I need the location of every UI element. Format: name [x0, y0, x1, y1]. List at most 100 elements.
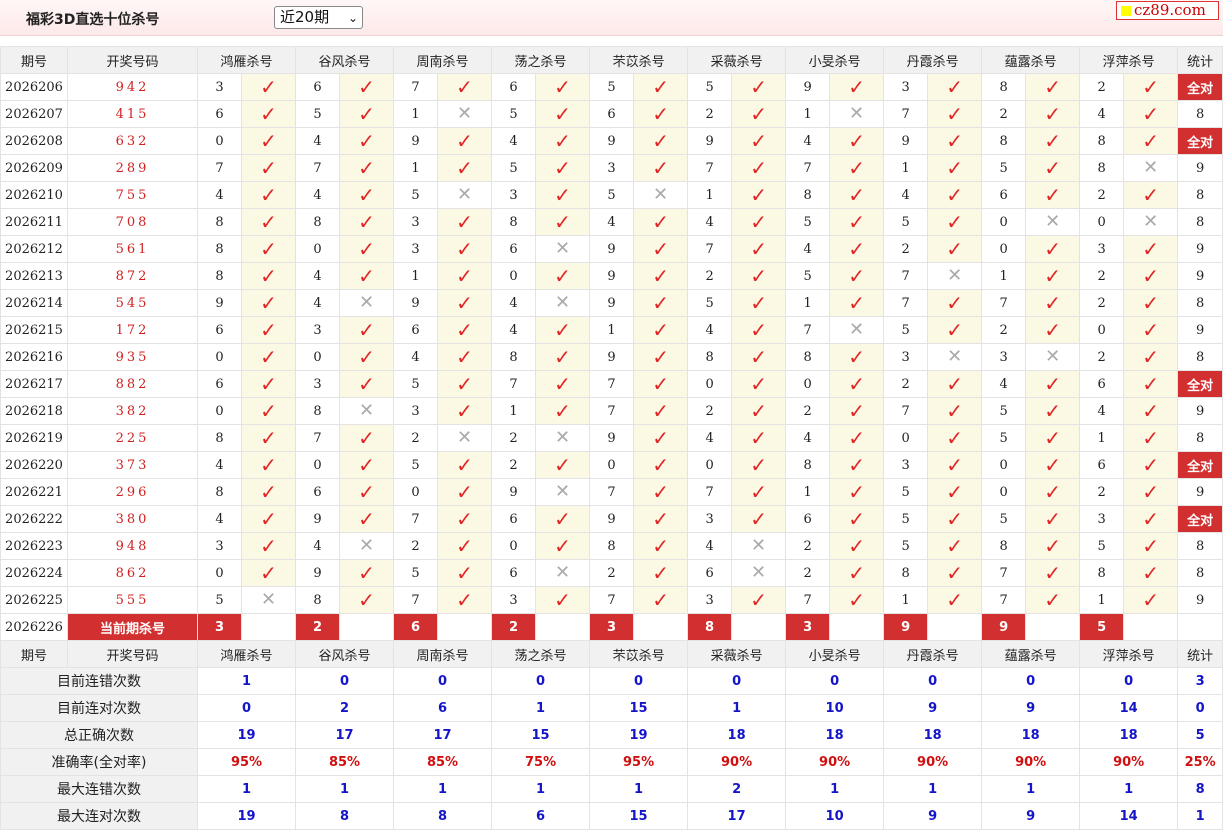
kill-number-cell: 0	[589, 451, 635, 479]
draw-number-cell: 545	[67, 289, 198, 317]
current-kill-blank	[1123, 613, 1179, 641]
kill-number-cell: 8	[785, 451, 831, 479]
summary-value: 17	[393, 721, 493, 749]
correct-cell: ✓	[829, 154, 885, 182]
col-header-expert: 蕴露杀号	[981, 640, 1081, 668]
correct-cell: ✓	[240, 559, 297, 587]
correct-cell: ✓	[829, 181, 885, 209]
check-icon: ✓	[358, 236, 375, 261]
correct-cell: ✓	[1123, 262, 1179, 290]
table-row: 2026222 380 4 ✓ 9 ✓ 7 ✓ 6 ✓ 9 ✓ 3 ✓ 6 ✓ 5 ✓ 5 ✓ 3 ✓ 全对	[0, 505, 1223, 533]
kill-number-cell: 9	[883, 127, 929, 155]
correct-cell: ✓	[535, 73, 591, 101]
kill-number-cell: 8	[197, 478, 242, 506]
correct-cell: ✓	[1025, 370, 1081, 398]
check-icon: ✓	[848, 560, 865, 585]
correct-cell: ✓	[1123, 397, 1179, 425]
check-icon: ✓	[848, 209, 865, 234]
row-stat-cell: 8	[1177, 181, 1223, 209]
correct-cell: ✓	[535, 181, 591, 209]
check-icon: ✓	[848, 533, 865, 558]
correct-cell: ✓	[633, 586, 689, 614]
correct-cell: ✓	[1123, 559, 1179, 587]
row-stat-cell: 9	[1177, 478, 1223, 506]
correct-cell: ✓	[339, 73, 395, 101]
correct-cell: ✓	[829, 424, 885, 452]
kill-number-cell: 6	[197, 370, 242, 398]
kill-number-cell: 0	[1079, 208, 1125, 236]
current-period-row: 2026226 当前期杀号 3 2 6 2 3 8 3 9 9 5	[0, 613, 1223, 641]
summary-value: 1	[295, 775, 395, 803]
summary-row: 最大连错次数 1 1 1 1 1 2 1 1 1 1 8	[0, 775, 1223, 803]
check-icon: ✓	[848, 182, 865, 207]
kill-number-cell: 5	[883, 505, 929, 533]
check-icon: ✓	[848, 479, 865, 504]
kill-number-cell: 7	[981, 586, 1027, 614]
check-icon: ✓	[260, 74, 277, 99]
kill-number-cell: 5	[981, 397, 1027, 425]
kill-number-cell: 3	[883, 73, 929, 101]
kill-number-cell: 8	[197, 235, 242, 263]
kill-number-cell: 0	[785, 370, 831, 398]
draw-number-cell: 555	[67, 586, 198, 614]
kill-number-cell: 0	[295, 235, 341, 263]
correct-cell: ✓	[927, 451, 983, 479]
check-icon: ✓	[260, 155, 277, 180]
logo-square-icon	[1121, 6, 1131, 16]
correct-cell: ✓	[535, 154, 591, 182]
period-select[interactable]: 近20期 ⌄	[274, 6, 363, 29]
kill-number-cell: 1	[785, 100, 831, 128]
kill-number-cell: 3	[393, 397, 439, 425]
check-icon: ✓	[652, 479, 669, 504]
table-row: 2026214 545 9 ✓ 4 ✕ 9 ✓ 4 ✕ 9 ✓ 5 ✓ 1 ✓ 7 ✓ 7 ✓ 2 ✓ 8	[0, 289, 1223, 317]
kill-number-cell: 7	[687, 235, 733, 263]
kill-number-cell: 5	[393, 370, 439, 398]
check-icon: ✓	[260, 398, 277, 423]
site-logo[interactable]: cz89.com	[1116, 1, 1219, 20]
correct-cell: ✓	[731, 154, 787, 182]
kill-number-cell: 2	[785, 532, 831, 560]
period-cell: 2026224	[0, 559, 68, 587]
summary-label: 总正确次数	[0, 721, 198, 749]
current-kill-blank	[1025, 613, 1081, 641]
summary-value: 6	[393, 694, 493, 722]
current-kill-blank	[829, 613, 885, 641]
correct-cell: ✓	[1123, 532, 1179, 560]
row-stat-cell: 全对	[1177, 505, 1223, 533]
check-icon: ✓	[554, 155, 571, 180]
correct-cell: ✓	[1123, 586, 1179, 614]
correct-cell: ✓	[829, 127, 885, 155]
correct-cell: ✓	[339, 181, 395, 209]
kill-number-cell: 7	[589, 370, 635, 398]
kill-number-cell: 8	[1079, 559, 1125, 587]
row-stat-cell: 8	[1177, 100, 1223, 128]
correct-cell: ✓	[437, 262, 493, 290]
correct-cell: ✓	[437, 154, 493, 182]
kill-number-cell: 4	[491, 316, 537, 344]
check-icon: ✓	[358, 425, 375, 450]
cross-icon: ✕	[555, 562, 571, 583]
correct-cell: ✓	[829, 505, 885, 533]
kill-number-cell: 9	[589, 289, 635, 317]
wrong-cell: ✕	[927, 343, 983, 371]
correct-cell: ✓	[339, 586, 395, 614]
summary-value: 9	[883, 802, 983, 830]
kill-number-cell: 1	[1079, 424, 1125, 452]
kill-number-cell: 5	[491, 100, 537, 128]
wrong-cell: ✕	[339, 532, 395, 560]
summary-value: 1	[393, 775, 493, 803]
current-kill-number: 8	[687, 613, 733, 641]
check-icon: ✓	[750, 74, 767, 99]
draw-number-cell: 382	[67, 397, 198, 425]
check-icon: ✓	[750, 587, 767, 612]
kill-number-cell: 5	[687, 289, 733, 317]
col-header-expert: 荡之杀号	[491, 640, 591, 668]
kill-number-cell: 3	[295, 316, 341, 344]
summary-value: 1	[589, 775, 689, 803]
cross-icon: ✕	[653, 184, 669, 205]
kill-number-cell: 0	[981, 208, 1027, 236]
wrong-cell: ✕	[535, 478, 591, 506]
kill-number-cell: 6	[197, 316, 242, 344]
correct-cell: ✓	[1025, 559, 1081, 587]
kill-number-cell: 6	[295, 73, 341, 101]
